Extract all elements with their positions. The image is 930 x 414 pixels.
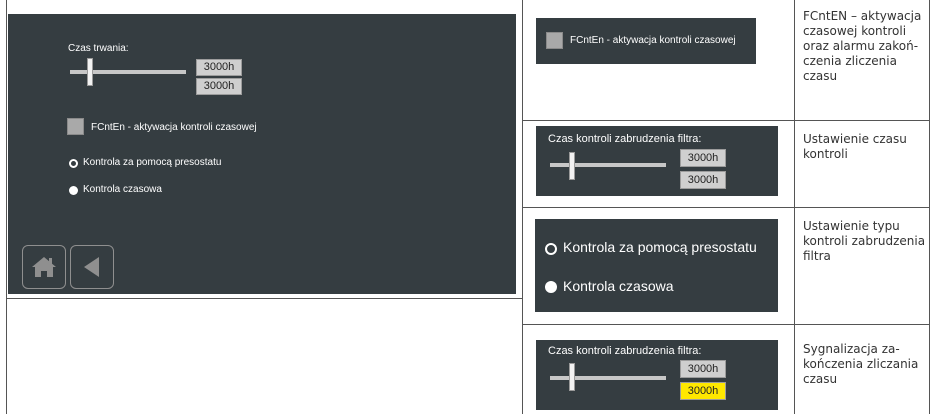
duration-current-value: 3000h	[196, 78, 242, 95]
table-row-divider	[6, 298, 523, 299]
table-border-left	[6, 0, 7, 414]
row-description: Sygnalizacja za- kończenia zliczania cza…	[803, 342, 919, 386]
snippet-radio: Kontrola za pomocą presostatu Kontrola c…	[535, 219, 778, 312]
filter-time-set-value[interactable]: 3000h	[680, 360, 726, 378]
radio-pressostat-label: Kontrola za pomocą presostatu	[563, 239, 757, 255]
snippet-slider-alarm: Czas kontroli zabrudzenia filtra: 3000h …	[536, 340, 778, 410]
radio-pressostat[interactable]	[69, 159, 78, 168]
filter-time-label: Czas kontroli zabrudzenia filtra:	[548, 133, 702, 145]
table-row-divider	[522, 207, 930, 208]
fcnten-checkbox[interactable]	[67, 118, 84, 135]
fcnten-checkbox[interactable]	[546, 32, 563, 49]
row-description: Ustawienie typu kontroli zabrudzenia fil…	[803, 219, 926, 263]
radio-time[interactable]	[545, 281, 557, 293]
fcnten-label: FCntEn - aktywacja kontroli czasowej	[570, 35, 736, 46]
row-description: Ustawienie czasu kontroli	[803, 132, 907, 161]
filter-time-label: Czas kontroli zabrudzenia filtra:	[548, 345, 702, 357]
duration-slider-handle[interactable]	[87, 58, 93, 86]
duration-set-value[interactable]: 3000h	[196, 59, 242, 76]
table-row-divider	[522, 324, 930, 325]
filter-time-slider[interactable]	[550, 163, 666, 167]
back-button[interactable]	[70, 245, 114, 289]
radio-pressostat[interactable]	[545, 243, 557, 255]
filter-time-set-value[interactable]: 3000h	[680, 149, 726, 167]
radio-time-label: Kontrola czasowa	[563, 278, 674, 294]
table-row-divider	[522, 120, 930, 121]
row-description: FCntEN – aktywacja czasowej kontroli ora…	[803, 9, 922, 83]
filter-time-slider-handle[interactable]	[569, 152, 575, 180]
filter-time-slider[interactable]	[550, 376, 666, 380]
radio-time-label: Kontrola czasowa	[83, 184, 162, 195]
filter-time-slider-handle[interactable]	[569, 363, 575, 391]
home-button[interactable]	[22, 245, 66, 289]
snippet-checkbox: FCntEn - aktywacja kontroli czasowej	[536, 18, 756, 64]
filter-time-current-value: 3000h	[680, 171, 726, 189]
radio-time[interactable]	[69, 186, 78, 195]
back-arrow-icon	[84, 257, 99, 277]
fcnten-label: FCntEn - aktywacja kontroli czasowej	[91, 122, 257, 133]
home-icon	[32, 257, 56, 277]
device-screen: Czas trwania: 3000h 3000h FCntEn - aktyw…	[8, 14, 516, 294]
snippet-slider: Czas kontroli zabrudzenia filtra: 3000h …	[536, 126, 778, 196]
filter-time-alarm-value: 3000h	[680, 382, 726, 400]
duration-label: Czas trwania:	[68, 43, 129, 54]
radio-pressostat-label: Kontrola za pomocą presostatu	[83, 157, 222, 168]
